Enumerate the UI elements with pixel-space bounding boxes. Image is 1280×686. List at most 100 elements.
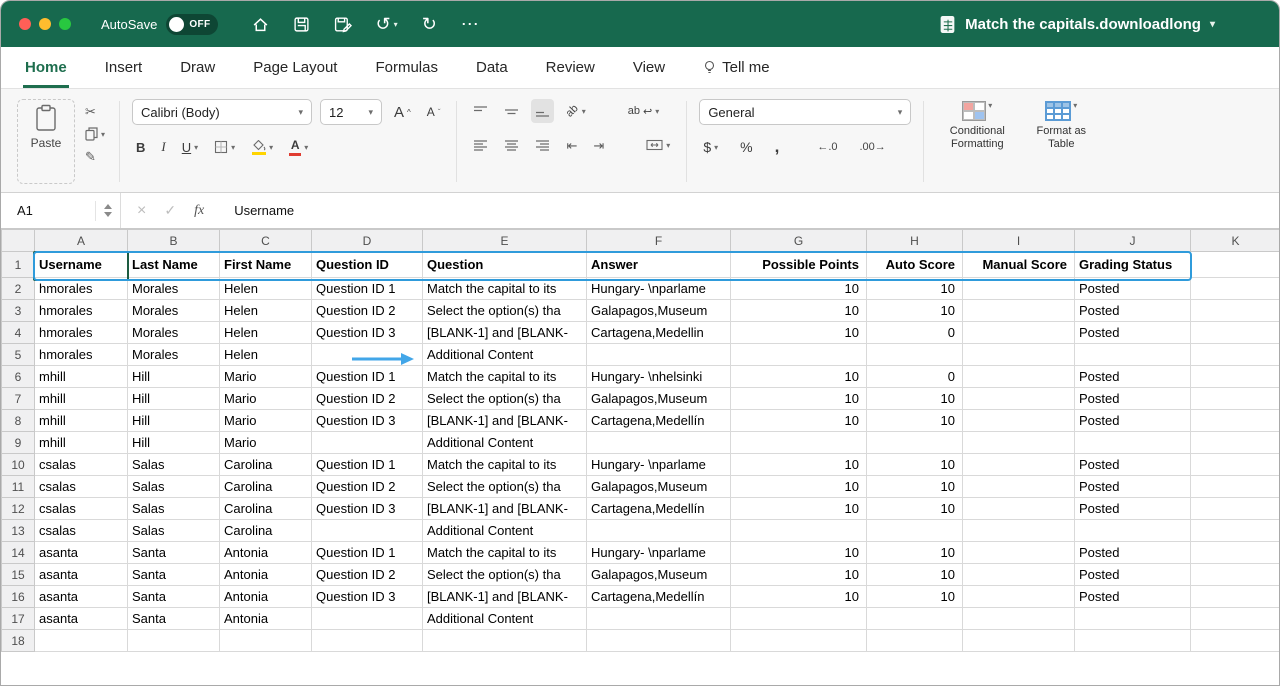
cell-A17[interactable]: asanta [35,608,128,630]
cell-B16[interactable]: Santa [128,586,220,608]
row-header-2[interactable]: 2 [2,278,35,300]
cell-H12[interactable]: 10 [867,498,963,520]
cell-G9[interactable] [731,432,867,454]
cell-H18[interactable] [867,630,963,652]
cell-J3[interactable]: Posted [1075,300,1191,322]
cell-F4[interactable]: Cartagena,Medellin [587,322,731,344]
formula-bar-value[interactable]: Username [220,203,294,218]
cell-J5[interactable] [1075,344,1191,366]
cell-G6[interactable]: 10 [731,366,867,388]
cell-D12[interactable]: Question ID 3 [312,498,423,520]
cell-C2[interactable]: Helen [220,278,312,300]
cell-H6[interactable]: 0 [867,366,963,388]
tab-review[interactable]: Review [544,47,597,88]
cell-I2[interactable] [963,278,1075,300]
cell-H5[interactable] [867,344,963,366]
cell-G18[interactable] [731,630,867,652]
cell-J6[interactable]: Posted [1075,366,1191,388]
cell-A15[interactable]: asanta [35,564,128,586]
fill-color-button[interactable]: ▾ [247,135,277,159]
autosave-toggle[interactable]: OFF [166,14,217,35]
col-header-G[interactable]: G [731,230,867,252]
cell-J9[interactable] [1075,432,1191,454]
cell-F2[interactable]: Hungary- \nparlame [587,278,731,300]
cell-G3[interactable]: 10 [731,300,867,322]
cell-J13[interactable] [1075,520,1191,542]
borders-button[interactable]: ▾ [210,135,239,159]
row-header-16[interactable]: 16 [2,586,35,608]
col-header-J[interactable]: J [1075,230,1191,252]
cell-H1[interactable]: Auto Score [867,252,963,278]
row-header-3[interactable]: 3 [2,300,35,322]
cell-A1[interactable]: Username [35,252,128,278]
cell-E6[interactable]: Match the capital to its [423,366,587,388]
cell-I6[interactable] [963,366,1075,388]
cell-D6[interactable]: Question ID 1 [312,366,423,388]
fullscreen-window-button[interactable] [59,18,71,30]
font-color-button[interactable]: A ▾ [285,135,312,159]
cell-D4[interactable]: Question ID 3 [312,322,423,344]
cell-A16[interactable]: asanta [35,586,128,608]
number-format-select[interactable]: General ▾ [699,99,911,125]
cell-D10[interactable]: Question ID 1 [312,454,423,476]
cell-B7[interactable]: Hill [128,388,220,410]
cell-I16[interactable] [963,586,1075,608]
cell-K18[interactable] [1191,630,1280,652]
tab-draw[interactable]: Draw [178,47,217,88]
col-header-F[interactable]: F [587,230,731,252]
cell-C15[interactable]: Antonia [220,564,312,586]
cell-I12[interactable] [963,498,1075,520]
name-box-stepper[interactable] [95,201,112,221]
cell-G8[interactable]: 10 [731,410,867,432]
cell-B9[interactable]: Hill [128,432,220,454]
cell-A12[interactable]: csalas [35,498,128,520]
cell-K10[interactable] [1191,454,1280,476]
font-name-select[interactable]: Calibri (Body) ▾ [132,99,312,125]
cell-C16[interactable]: Antonia [220,586,312,608]
cell-D3[interactable]: Question ID 2 [312,300,423,322]
save-as-icon[interactable] [334,16,352,33]
cell-A10[interactable]: csalas [35,454,128,476]
cell-J12[interactable]: Posted [1075,498,1191,520]
cell-A14[interactable]: asanta [35,542,128,564]
cell-K8[interactable] [1191,410,1280,432]
cell-E10[interactable]: Match the capital to its [423,454,587,476]
cell-F12[interactable]: Cartagena,Medellín [587,498,731,520]
tab-page-layout[interactable]: Page Layout [251,47,339,88]
cell-D11[interactable]: Question ID 2 [312,476,423,498]
insert-function-icon[interactable]: fx [194,203,204,219]
cell-I5[interactable] [963,344,1075,366]
cell-J17[interactable] [1075,608,1191,630]
cell-A18[interactable] [35,630,128,652]
cell-G13[interactable] [731,520,867,542]
cell-J1[interactable]: Grading Status [1075,252,1191,278]
cell-K5[interactable] [1191,344,1280,366]
align-middle-button[interactable] [500,99,523,123]
cell-B8[interactable]: Hill [128,410,220,432]
tab-insert[interactable]: Insert [103,47,145,88]
cell-K4[interactable] [1191,322,1280,344]
cell-G14[interactable]: 10 [731,542,867,564]
cell-H7[interactable]: 10 [867,388,963,410]
row-header-7[interactable]: 7 [2,388,35,410]
cell-J14[interactable]: Posted [1075,542,1191,564]
cell-J4[interactable]: Posted [1075,322,1191,344]
redo-button[interactable]: ↻ [422,15,437,33]
row-header-18[interactable]: 18 [2,630,35,652]
increase-font-size-button[interactable]: A^ [390,100,415,124]
cell-C13[interactable]: Carolina [220,520,312,542]
row-header-11[interactable]: 11 [2,476,35,498]
cut-icon[interactable]: ✂ [85,105,96,118]
increase-indent-button[interactable]: ⇥ [589,133,608,157]
cell-C5[interactable]: Helen [220,344,312,366]
decrease-indent-button[interactable]: ⇤ [562,133,581,157]
cell-A13[interactable]: csalas [35,520,128,542]
cell-K12[interactable] [1191,498,1280,520]
minimize-window-button[interactable] [39,18,51,30]
decrease-decimal-button[interactable]: .00→ [856,135,890,159]
col-header-H[interactable]: H [867,230,963,252]
cell-I17[interactable] [963,608,1075,630]
cell-H17[interactable] [867,608,963,630]
cell-B11[interactable]: Salas [128,476,220,498]
cell-A8[interactable]: mhill [35,410,128,432]
